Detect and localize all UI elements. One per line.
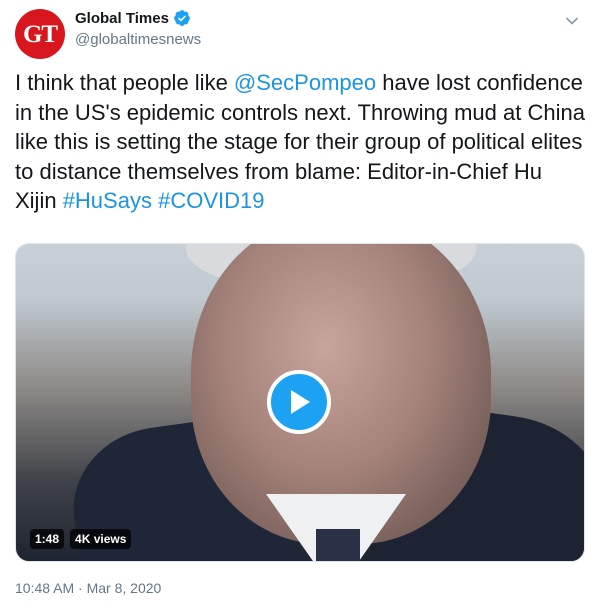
play-icon: [291, 390, 310, 414]
account-handle[interactable]: @globaltimesnews: [75, 31, 201, 48]
tweet-card: GT Global Times @globaltimesnews I think…: [0, 0, 599, 612]
avatar[interactable]: GT: [15, 9, 65, 59]
video-duration: 1:48: [30, 529, 65, 549]
avatar-logo-text: GT: [22, 20, 58, 48]
video-views: 4K views: [70, 529, 132, 549]
video-badges: 1:48 4K views: [30, 529, 132, 549]
play-button[interactable]: [267, 370, 331, 434]
tweet-text-part: I think that people like: [15, 70, 234, 95]
video-player[interactable]: 1:48 4K views: [15, 243, 585, 562]
tweet-timestamp[interactable]: 10:48 AM · Mar 8, 2020: [15, 580, 161, 596]
account-name[interactable]: Global Times: [75, 10, 169, 27]
hashtag-link[interactable]: #HuSays: [63, 188, 152, 213]
tweet-text: I think that people like @SecPompeo have…: [15, 68, 585, 216]
video-subject-tie: [316, 529, 360, 561]
account-name-row: Global Times: [75, 9, 191, 27]
hashtag-link[interactable]: #COVID19: [158, 188, 264, 213]
verified-badge-icon: [173, 9, 191, 27]
chevron-down-icon[interactable]: [565, 14, 579, 28]
mention-link[interactable]: @SecPompeo: [234, 70, 376, 95]
